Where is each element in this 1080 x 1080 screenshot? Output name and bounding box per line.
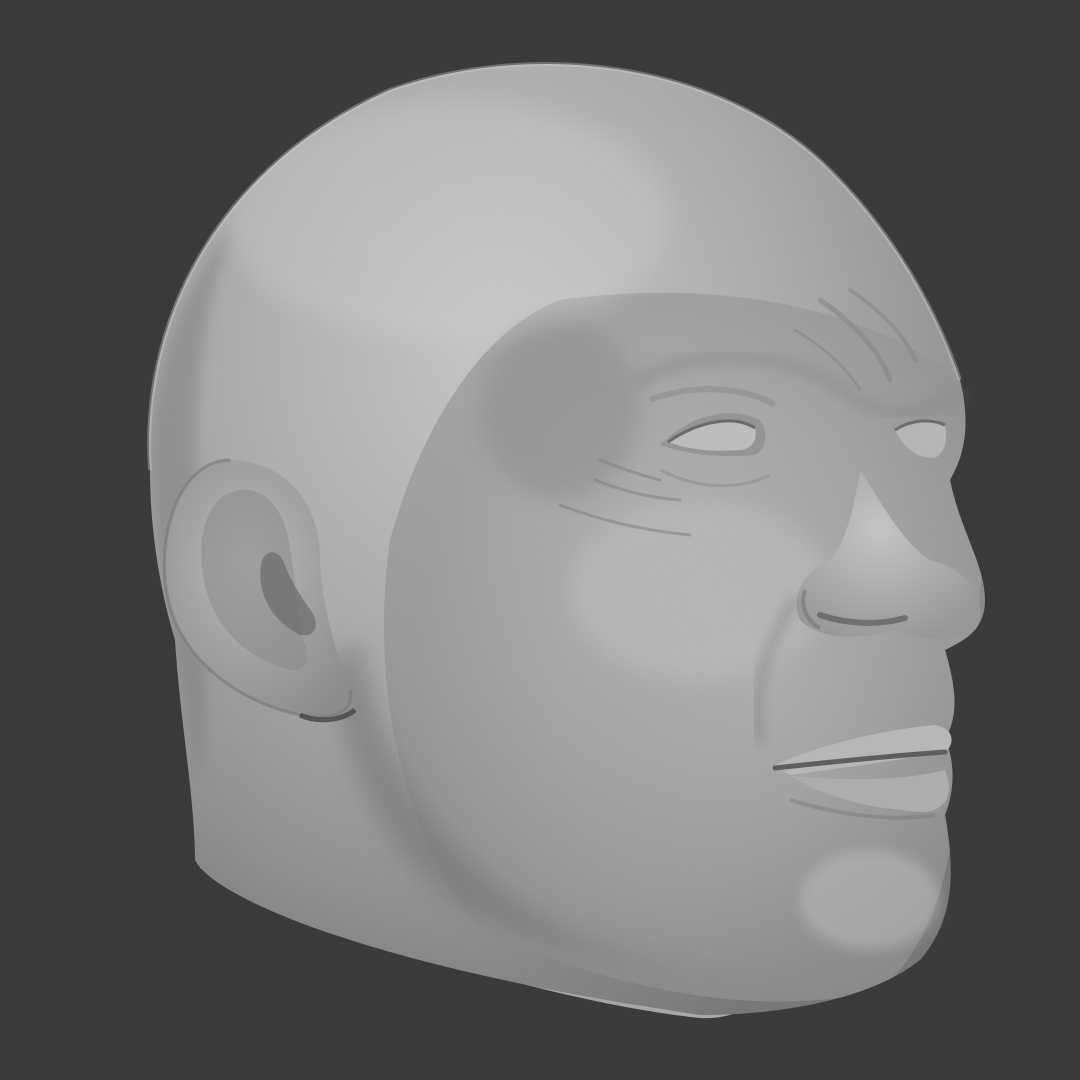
- sculpt-viewport[interactable]: [0, 0, 1080, 1080]
- chin-highlight: [800, 850, 940, 950]
- sculpt-canvas[interactable]: [0, 0, 1080, 1080]
